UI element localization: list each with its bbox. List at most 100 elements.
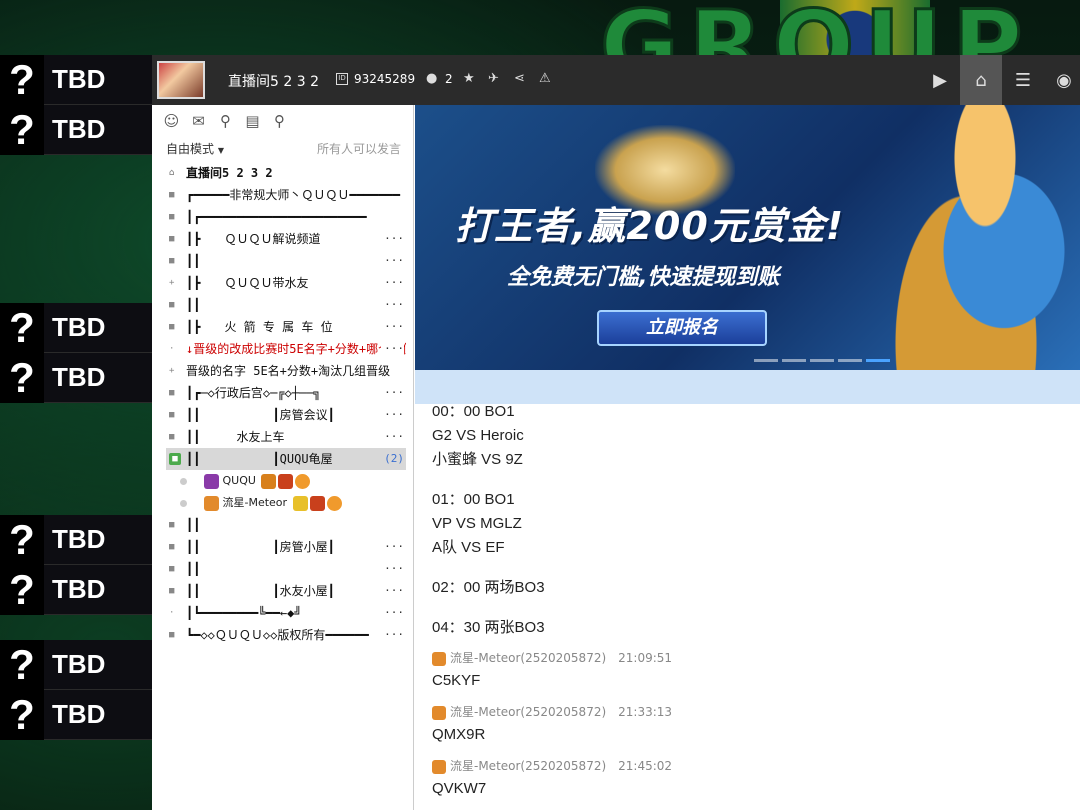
user-item[interactable]: QUQU: [166, 470, 406, 492]
channel-item[interactable]: ■ ┃┃ ┃房管会议┃ ···: [166, 404, 406, 426]
home-icon[interactable]: ⌂: [960, 55, 1002, 105]
channel-label: ┃┣ ＱＵＱＵ解说频道: [186, 232, 321, 246]
user-icon[interactable]: ☺: [162, 111, 181, 130]
user-icon: ●: [426, 71, 438, 86]
chat-log: 00：00 BO1 G2 VS Heroic 小蜜蜂 VS 9Z 01：00 B…: [432, 400, 1072, 802]
more-icon[interactable]: ···: [381, 602, 404, 624]
channel-item[interactable]: ⌂ 直播间5 2 3 2: [166, 162, 406, 184]
signup-button[interactable]: 立即报名: [597, 310, 767, 346]
carousel-dot[interactable]: [754, 359, 778, 362]
lock-icon: ■: [169, 212, 175, 222]
more-icon[interactable]: ···: [381, 536, 404, 558]
channel-item[interactable]: · ┃┗━━━━━━━━╚━━←◆╝ ···: [166, 602, 406, 624]
message-text: QVKW7: [432, 780, 487, 797]
carousel-dot-active[interactable]: [866, 359, 890, 362]
channel-item[interactable]: ■ ┃┃ ···: [166, 294, 406, 316]
more-icon[interactable]: ···: [381, 294, 404, 316]
gamepad-icon[interactable]: ◉: [1043, 55, 1080, 105]
tbd-panel: ? TBD: [0, 352, 152, 403]
channel-item[interactable]: · ↓晋级的改成比赛时5E名字+分数+哪个队伍 ···: [166, 338, 406, 360]
lock-icon: ■: [169, 234, 175, 244]
more-icon[interactable]: ···: [381, 558, 404, 580]
message-sender[interactable]: 流星-Meteor(2520205872): [450, 705, 606, 719]
location-icon[interactable]: ⚲: [216, 111, 235, 130]
schedule-line: 01：00 BO1: [432, 491, 515, 508]
star-icon[interactable]: ★: [463, 71, 475, 86]
plane-icon[interactable]: ✈: [488, 71, 499, 86]
channel-item[interactable]: ■ ┃┃ ┃房管小屋┃ ···: [166, 536, 406, 558]
channel-item[interactable]: ■ ┃┏━━━━━━━━━━━━━━━━━━━━━━━: [166, 206, 406, 228]
more-icon[interactable]: ···: [381, 228, 404, 250]
channel-item[interactable]: ■ ┏━━━━━非常规大师丶ＱＵＱＵ━━━━━━━: [166, 184, 406, 206]
channel-item-selected[interactable]: ■ ┃┃ ┃QUQU龟屋 (2): [166, 448, 406, 470]
list-icon[interactable]: ☰: [1002, 55, 1044, 105]
chevron-down-icon: ▼: [217, 146, 224, 155]
shirt-icon: [432, 759, 446, 774]
schedule-line: 04：30 两张BO3: [432, 619, 545, 636]
more-icon[interactable]: ···: [381, 426, 404, 448]
more-icon[interactable]: ···: [381, 250, 404, 272]
carousel-dot[interactable]: [838, 359, 862, 362]
message-header: 流星-Meteor(2520205872) 21:09:51: [432, 648, 1072, 668]
report-icon[interactable]: ⚠: [539, 71, 551, 86]
video-icon[interactable]: ▶: [919, 55, 961, 105]
message-sender[interactable]: 流星-Meteor(2520205872): [450, 651, 606, 665]
crown-icon: [292, 495, 308, 511]
channel-item[interactable]: ■ ┗━◇◇ＱＵＱＵ◇◇版权所有━━━━━━ ···: [166, 624, 406, 646]
search-icon[interactable]: ⚲: [270, 111, 289, 130]
tbd-panel: ? TBD: [0, 54, 152, 105]
room-avatar[interactable]: [157, 61, 205, 99]
carousel-dot[interactable]: [782, 359, 806, 362]
promo-banner[interactable]: 打王者,赢200元赏金! 全免费无门槛,快速提现到账 立即报名: [415, 105, 1080, 370]
channel-item[interactable]: + ┃┣ ＱＵＱＵ带水友 ···: [166, 272, 406, 294]
question-mark: ?: [0, 564, 44, 615]
more-icon[interactable]: ···: [381, 404, 404, 426]
more-icon[interactable]: ···: [381, 316, 404, 338]
top-bar: 直播间5 2 3 2 ID 93245289 ● 2 ★ ✈ ⋖ ⚠ ▶ ⌂ ☰…: [152, 55, 1080, 105]
channel-item[interactable]: ■ ┃┣ 火 箭 专 属 车 位 ···: [166, 316, 406, 338]
channel-item[interactable]: ■ ┃┃ ···: [166, 558, 406, 580]
channel-panel: ☺ ✉ ⚲ ▤ ⚲ 自由模式 ▼ 所有人可以发言 ⌂ 直播间5 2 3 2 ■ ┏━…: [152, 105, 414, 810]
channel-item[interactable]: ■ ┃┃ 水友上车 ···: [166, 426, 406, 448]
ring-icon: [326, 495, 342, 511]
channel-label: ┃┃ ┃房管小屋┃: [186, 540, 335, 554]
lock-icon: ■: [169, 410, 175, 420]
id-icon: ID: [336, 73, 348, 85]
channel-label: 晋级的名字 5E名+分数+淘汰几组晋级: [186, 364, 391, 378]
tbd-panel: ? TBD: [0, 514, 152, 565]
dot-icon: ·: [169, 608, 175, 618]
more-icon[interactable]: ···: [381, 624, 404, 646]
channel-label: ┃┃: [186, 562, 201, 576]
notes-icon[interactable]: ▤: [243, 111, 262, 130]
share-icon[interactable]: ⋖: [514, 71, 525, 86]
mode-dropdown[interactable]: 自由模式 ▼: [166, 140, 224, 157]
channel-item[interactable]: ■ ┃┏─◇行政后宫◇─╔◇┼──╗ ···: [166, 382, 406, 404]
message-sender[interactable]: 流星-Meteor(2520205872): [450, 759, 606, 773]
carousel-dots: [754, 359, 890, 362]
more-icon[interactable]: ···: [381, 580, 404, 602]
message-header: 流星-Meteor(2520205872) 21:45:02: [432, 756, 1072, 776]
room-id: 93245289: [354, 72, 416, 86]
chat-icon[interactable]: ✉: [189, 111, 208, 130]
channel-label: ┃┃ 水友上车: [186, 430, 285, 444]
question-mark: ?: [0, 352, 44, 403]
channel-item[interactable]: ■ ┃┃ ···: [166, 250, 406, 272]
home-icon: ⌂: [169, 168, 175, 178]
channel-label: 直播间5 2 3 2: [186, 166, 273, 180]
speak-permission: 所有人可以发言: [316, 142, 401, 156]
more-icon[interactable]: ···: [381, 272, 404, 294]
more-icon[interactable]: ···: [381, 338, 404, 360]
user-item[interactable]: 流星-Meteor: [166, 492, 406, 514]
lock-icon: ■: [169, 586, 175, 596]
lock-icon: ■: [169, 630, 175, 640]
shirt-icon: [432, 651, 446, 666]
lock-icon: ■: [169, 322, 175, 332]
channel-item[interactable]: ■ ┃┣ ＱＵＱＵ解说频道 ···: [166, 228, 406, 250]
channel-item[interactable]: ■ ┃┃: [166, 514, 406, 536]
channel-item[interactable]: ■ ┃┃ ┃水友小屋┃ ···: [166, 580, 406, 602]
channel-item[interactable]: + 晋级的名字 5E名+分数+淘汰几组晋级: [166, 360, 406, 382]
more-icon[interactable]: ···: [381, 382, 404, 404]
banner-subline: 全免费无门槛,快速提现到账: [507, 265, 780, 290]
carousel-dot[interactable]: [810, 359, 834, 362]
lock-icon: ■: [169, 432, 175, 442]
